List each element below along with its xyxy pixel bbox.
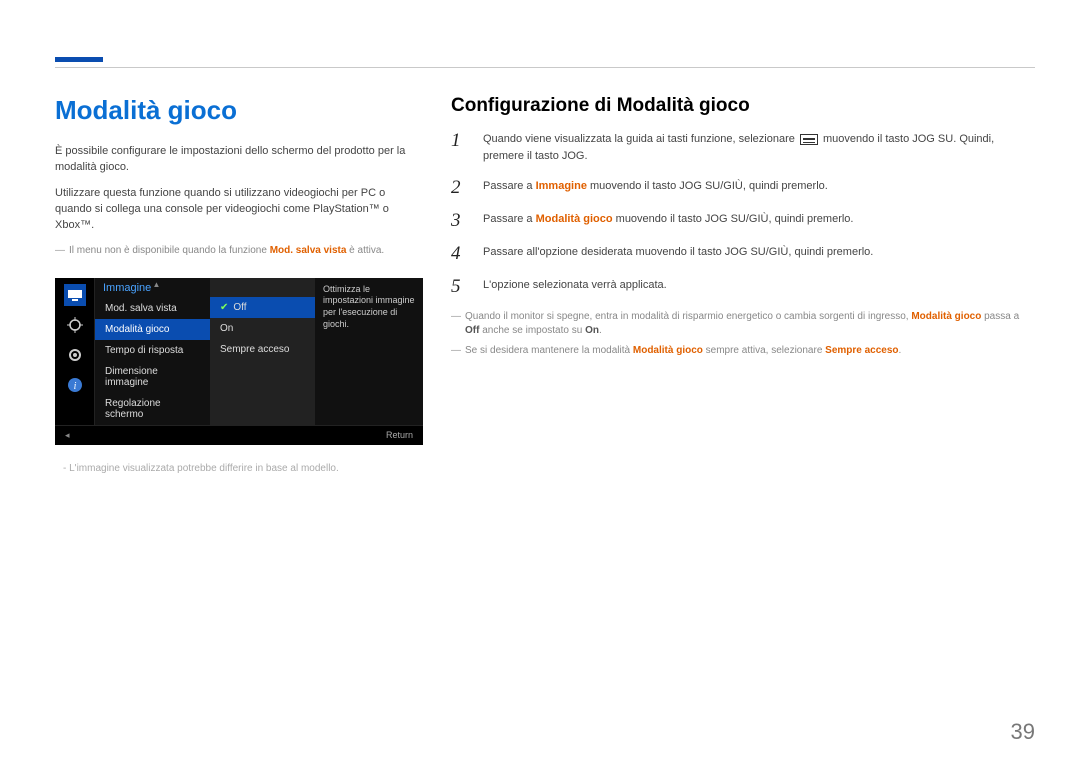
gear-icon — [64, 344, 86, 366]
step-number: 2 — [451, 178, 469, 197]
menu-icon — [800, 134, 818, 145]
step-number: 3 — [451, 211, 469, 230]
step-number: 4 — [451, 244, 469, 263]
osd-option-item: On — [210, 318, 315, 339]
right-column: Configurazione di Modalità gioco 1 Quando… — [451, 95, 1035, 474]
osd-menu-item: Dimensione immagine — [95, 361, 210, 393]
step-number: 1 — [451, 131, 469, 164]
svg-text:i: i — [73, 381, 76, 392]
osd-option-item: Sempre acceso — [210, 339, 315, 360]
header-accent-bar — [55, 57, 103, 62]
power-off-note: Quando il monitor si spegne, entra in mo… — [451, 310, 1035, 338]
osd-screenshot: i Immagine ▲ Mod. salva vistaModalità gi… — [55, 268, 423, 445]
osd-menu-item: Regolazione schermo — [95, 393, 210, 425]
availability-note: Il menu non è disponibile quando la funz… — [55, 244, 423, 258]
step-text: Passare a Modalità gioco muovendo il tas… — [483, 211, 853, 230]
step-row: 1 Quando viene visualizzata la guida ai t… — [451, 131, 1035, 164]
section-title: Modalità gioco — [55, 95, 423, 126]
osd-option-item: ✔Off — [210, 297, 315, 318]
osd-menu-item: Mod. salva vista — [95, 298, 210, 319]
step-number: 5 — [451, 277, 469, 296]
step-row: 4 Passare all'opzione desiderata muovendo… — [451, 244, 1035, 263]
page-content: Modalità gioco È possibile configurare l… — [55, 95, 1035, 474]
osd-sidebar: i — [55, 278, 95, 425]
monitor-icon — [64, 284, 86, 306]
info-icon: i — [64, 374, 86, 396]
page-number: 39 — [1011, 719, 1035, 745]
always-on-note: Se si desidera mantenere la modalità Mod… — [451, 344, 1035, 358]
osd-footer: ◂ Return — [55, 425, 423, 445]
step-row: 3 Passare a Modalità gioco muovendo il ta… — [451, 211, 1035, 230]
step-text: Quando viene visualizzata la guida ai ta… — [483, 131, 1035, 164]
osd-menu-column: Immagine ▲ Mod. salva vistaModalità gioc… — [95, 278, 210, 425]
scroll-up-indicator: ▲ — [153, 280, 161, 289]
osd-options-column: ✔OffOnSempre acceso — [210, 278, 315, 425]
step-text: L'opzione selezionata verrà applicata. — [483, 277, 667, 296]
left-column: Modalità gioco È possibile configurare l… — [55, 95, 423, 474]
osd-menu-item: Modalità gioco — [95, 319, 210, 340]
intro-para-2: Utilizzare questa funzione quando si uti… — [55, 186, 423, 234]
subsection-title: Configurazione di Modalità gioco — [451, 95, 1035, 117]
intro-para-1: È possibile configurare le impostazioni … — [55, 144, 423, 176]
image-disclaimer: L'immagine visualizzata potrebbe differi… — [55, 463, 423, 474]
step-row: 5 L'opzione selezionata verrà applicata. — [451, 277, 1035, 296]
target-icon — [64, 314, 86, 336]
step-row: 2 Passare a Immagine muovendo il tasto JO… — [451, 178, 1035, 197]
step-text: Passare a Immagine muovendo il tasto JOG… — [483, 178, 828, 197]
check-icon: ✔ — [220, 302, 228, 313]
header-divider — [55, 67, 1035, 68]
steps-list: 1 Quando viene visualizzata la guida ai t… — [451, 131, 1035, 296]
osd-menu-item: Tempo di risposta — [95, 340, 210, 361]
step-text: Passare all'opzione desiderata muovendo … — [483, 244, 873, 263]
osd-return-label: Return — [386, 430, 413, 440]
osd-description: Ottimizza le impostazioni immagine per l… — [315, 278, 423, 425]
